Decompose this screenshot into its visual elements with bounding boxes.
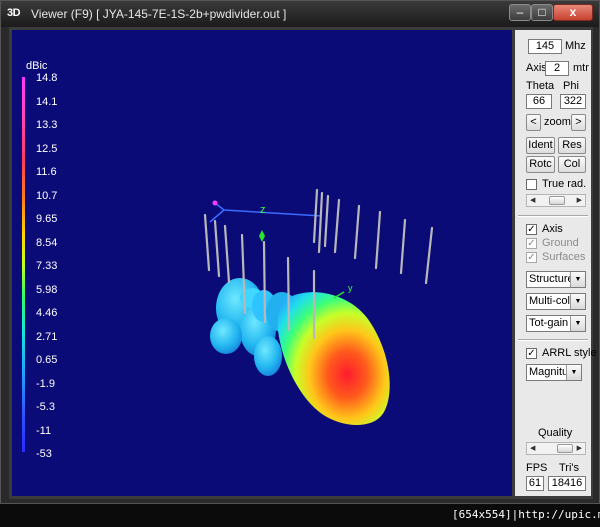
color-mode-dropdown[interactable]: Multi-colo ▼ [526,293,586,310]
radiation-pattern-scene: z y [203,188,434,425]
true-rad-checkbox[interactable] [526,179,537,190]
chevron-down-icon[interactable]: ▼ [570,316,585,331]
minimize-button[interactable]: – [509,4,531,21]
rotc-button[interactable]: Rotc [526,156,555,173]
axis-check-label: Axis [542,223,563,235]
close-button[interactable]: x [553,4,593,21]
separator [518,339,588,341]
fps-label: FPS [526,462,548,474]
surfaces-checkbox: ✓ [526,252,537,263]
frequency-unit: Mhz [565,40,586,52]
maximize-button[interactable]: □ [531,4,553,21]
ident-button[interactable]: Ident [526,137,555,154]
fps-value: 61 [526,476,544,491]
arrl-style-label: ARRL style [542,347,597,359]
slider-right-arrow-icon[interactable]: ▶ [577,195,582,206]
arrl-style-checkbox[interactable]: ✓ [526,348,537,359]
slider-right-arrow-icon[interactable]: ▶ [577,443,582,454]
magnitude-dropdown[interactable]: Magnitu ▼ [526,364,582,381]
slider-thumb[interactable] [557,444,573,453]
axis-length-label: Axis [526,62,547,74]
zoom-out-button[interactable]: < [526,114,541,131]
title-bar[interactable]: 3D Viewer (F9) [ JYA-145-7E-1S-2b+pwdivi… [1,1,599,27]
chevron-down-icon[interactable]: ▼ [566,365,581,380]
y-axis-marker [333,291,345,299]
main-lobe [277,292,390,425]
true-rad-slider[interactable]: ◀ ▶ [526,194,586,207]
chevron-down-icon[interactable]: ▼ [570,272,585,287]
ground-check-label: Ground [542,237,579,249]
gain-type-dropdown[interactable]: Tot-gain ▼ [526,315,586,332]
quality-label: Quality [538,427,573,439]
axis-label-y: y [348,283,353,293]
structure-dropdown[interactable]: Structure ▼ [526,271,586,288]
quality-slider[interactable]: ◀ ▶ [526,442,586,455]
viewer-window: 3D Viewer (F9) [ JYA-145-7E-1S-2b+pwdivi… [0,0,600,504]
image-host-watermark: [654x554]|http://upic.me/ [452,508,600,521]
axis-checkbox[interactable]: ✓ [526,224,537,235]
true-rad-label: True rad. [542,178,587,190]
zoom-label: zoom [544,116,571,128]
phi-field[interactable]: 322 [560,94,586,109]
surfaces-check-label: Surfaces [542,251,586,263]
tris-value: 18416 [548,476,586,491]
separator [518,215,588,217]
magnitude-dropdown-value: Magnitu [529,366,569,378]
frequency-field[interactable]: 145 [528,39,562,54]
structure-dropdown-value: Structure [529,273,574,285]
3d-viewport[interactable]: dBic 14.8 14.1 13.3 12.5 11.6 10.7 9.65 8.54 7.3… [12,30,512,496]
axis-length-field[interactable]: 2 [545,61,569,76]
axis-label-z: z [260,204,266,216]
chevron-down-icon[interactable]: ▼ [570,294,585,309]
z-axis-marker [259,230,265,242]
res-button[interactable]: Res [558,137,586,154]
slider-left-arrow-icon[interactable]: ◀ [530,195,535,206]
ground-checkbox: ✓ [526,238,537,249]
window-content: dBic 14.8 14.1 13.3 12.5 11.6 10.7 9.65 8.54 7.3… [9,27,597,499]
zoom-in-button[interactable]: > [571,114,586,131]
coordinate-axes [209,200,323,223]
theta-field[interactable]: 66 [526,94,552,109]
slider-left-arrow-icon[interactable]: ◀ [530,443,535,454]
axis-length-unit: mtr [573,62,589,74]
tris-label: Tri's [559,462,580,474]
gain-type-dropdown-value: Tot-gain [529,317,569,329]
slider-thumb[interactable] [549,196,565,205]
window-title: Viewer (F9) [ JYA-145-7E-1S-2b+pwdivider… [31,7,287,21]
control-panel: 145 Mhz Axis 2 mtr Theta Phi 66 322 < zo… [515,30,597,496]
app-3d-icon: 3D [7,7,21,19]
theta-label: Theta [526,80,555,92]
col-button[interactable]: Col [558,156,586,173]
phi-label: Phi [563,80,579,92]
